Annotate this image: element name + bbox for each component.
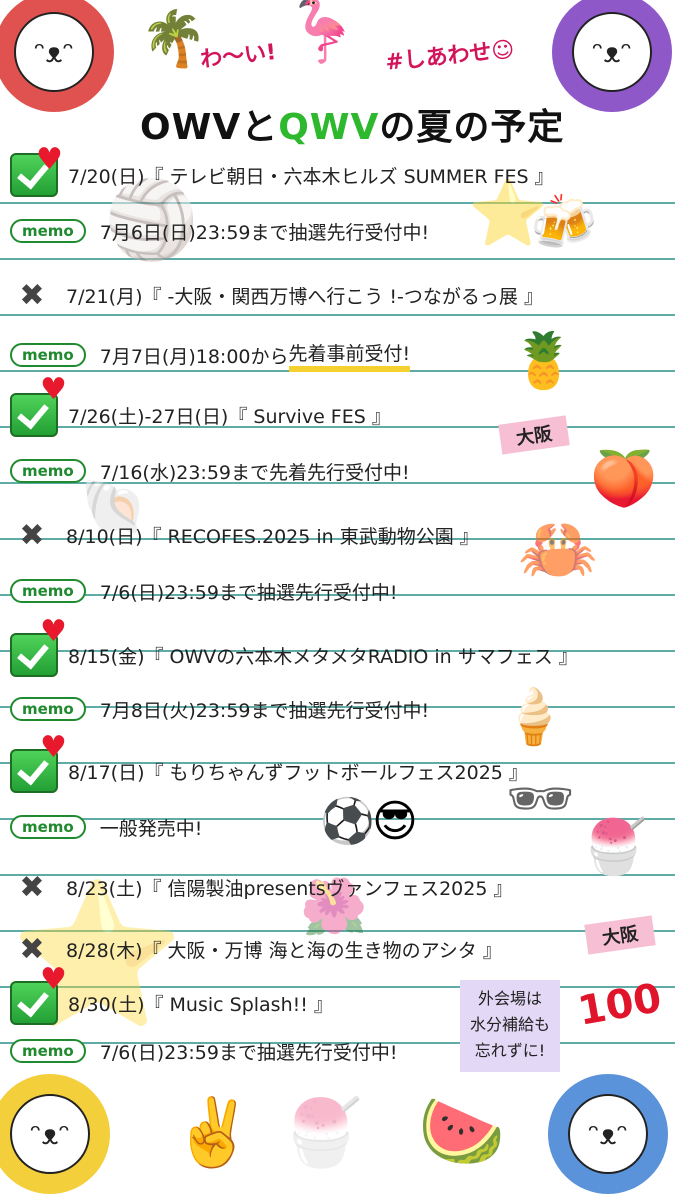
schedule-text: 8/23(土)『 信陽製油presentsヴァンフェス2025 』 (66, 877, 513, 900)
memo-badge: memo (10, 459, 86, 483)
memo-text: 7月8日(火)23:59まで抽選先行受付中! (99, 699, 430, 722)
shaved-ice-faded-icon: 🍧 (280, 1094, 363, 1171)
heart-icon: ♥ (40, 614, 67, 649)
schedule-text: 8/10(日)『 RECOFES.2025 in 東武動物公園 』 (66, 525, 479, 548)
list-item: memo 7月8日(火)23:59まで抽選先行受付中! (0, 682, 675, 736)
cat-face-icon: ᵔᴥᵔ (14, 12, 94, 92)
lion-purple-sticker: ᵔᴥᵔ (552, 0, 672, 112)
cat-face-icon: ᵔᴥᵔ (10, 1094, 90, 1174)
memo-badge: memo (10, 343, 86, 367)
memo-text: 一般発売中! (99, 817, 203, 840)
list-item: memo 7/6(日)23:59まで抽選先行受付中! (0, 564, 675, 618)
list-item: memo 7月6日(日)23:59まで抽選先行受付中! (0, 204, 675, 258)
palm-tree-icon: 🌴 (140, 7, 208, 70)
header-tag-right: #しあわせ☺ (384, 37, 516, 76)
schedule-text: 8/28(木)『 大阪・万博 海と海の生き物のアシタ 』 (66, 939, 502, 962)
lion-blue-sticker: ᵔᴥᵔ (548, 1074, 668, 1194)
list-item: ♥ 8/30(土)『 Music Splash!! 』 (0, 965, 675, 1030)
title-rest: の夏の予定 (379, 107, 565, 148)
heart-icon: ♥ (40, 962, 67, 997)
cat-face-icon: ᵔᴥᵔ (572, 12, 652, 92)
watermelon-icon: 🍉 (418, 1090, 506, 1172)
memo-badge: memo (10, 219, 86, 243)
memo-text: 7/6(日)23:59まで抽選先行受付中! (99, 581, 398, 604)
list-item: ♥ 7/26(土)-27日(日)『 Survive FES 』 (0, 375, 675, 442)
cat-face-icon: ᵔᴥᵔ (568, 1094, 648, 1174)
memo-text-highlight: 先着事前受付! (288, 339, 411, 372)
schedule-text: 7/26(土)-27日(日)『 Survive FES 』 (68, 405, 391, 428)
schedule-text: 7/21(月)『 -大阪・関西万博へ行こう !-つながるっ展 』 (66, 285, 543, 308)
page-title: OWVとQWVの夏の予定 (140, 98, 564, 150)
cross-mark-icon: ✖ (19, 869, 45, 905)
title-to: と (241, 107, 279, 148)
lion-yellow-sticker: ᵔᴥᵔ (0, 1074, 110, 1194)
list-item: ✖ 8/10(日)『 RECOFES.2025 in 東武動物公園 』 (0, 508, 675, 562)
memo-text: 7/6(日)23:59まで抽選先行受付中! (99, 1041, 398, 1064)
memo-badge: memo (10, 815, 86, 839)
list-item: ✖ 8/23(土)『 信陽製油presentsヴァンフェス2025 』 (0, 860, 675, 914)
flamingo-float-icon: 🦩 (285, 0, 360, 67)
memo-badge: memo (10, 579, 86, 603)
header-tag-left: わ〜い! (199, 40, 278, 73)
victory-hand-icon: ✌️ (172, 1094, 255, 1171)
title-qwv: QWV (278, 107, 380, 148)
list-item: memo 7月7日(月)18:00から 先着事前受付! (0, 328, 675, 382)
list-item: ✖ 8/28(木)『 大阪・万博 海と海の生き物のアシタ 』 (0, 922, 675, 976)
heart-icon: ♥ (36, 142, 63, 177)
list-item: memo 一般発売中! (0, 800, 675, 854)
list-item: ✖ 7/21(月)『 -大阪・関西万博へ行こう !-つながるっ展 』 (0, 268, 675, 322)
list-item: ♥ 7/20(日)『 テレビ朝日・六本木ヒルズ SUMMER FES 』 (0, 142, 675, 202)
schedule-text: 8/30(土)『 Music Splash!! 』 (68, 993, 333, 1016)
cross-mark-icon: ✖ (19, 517, 45, 553)
cross-mark-icon: ✖ (19, 277, 45, 313)
list-item: memo 7/6(日)23:59まで抽選先行受付中! (0, 1024, 675, 1078)
schedule-text: 8/17(日)『 もりちゃんずフットボールフェス2025 』 (68, 761, 528, 784)
schedule-text: 8/15(金)『 OWVの六本木メタメタRADIO in サマフェス 』 (68, 645, 578, 668)
memo-text: 7/16(水)23:59まで先着先行受付中! (99, 461, 410, 484)
memo-badge: memo (10, 1039, 86, 1063)
schedule-text: 7/20(日)『 テレビ朝日・六本木ヒルズ SUMMER FES 』 (68, 165, 554, 188)
schedule-page: ᵔᴥᵔ ᵔᴥᵔ ᵔᴥᵔ ᵔᴥᵔ 🌴 🦩 わ〜い! #しあわせ☺ OWVとQWVの… (0, 0, 675, 1200)
title-owv: OWV (140, 107, 242, 148)
memo-text: 7月7日(月)18:00から (99, 345, 289, 368)
heart-icon: ♥ (40, 372, 67, 407)
list-item: ♥ 8/17(日)『 もりちゃんずフットボールフェス2025 』 (0, 733, 675, 798)
memo-badge: memo (10, 697, 86, 721)
lion-red-sticker: ᵔᴥᵔ (0, 0, 114, 112)
memo-text: 7月6日(日)23:59まで抽選先行受付中! (99, 221, 430, 244)
list-item: memo 7/16(水)23:59まで先着先行受付中! (0, 444, 675, 498)
list-item: ♥ 8/15(金)『 OWVの六本木メタメタRADIO in サマフェス 』 (0, 617, 675, 682)
heart-icon: ♥ (40, 730, 67, 765)
